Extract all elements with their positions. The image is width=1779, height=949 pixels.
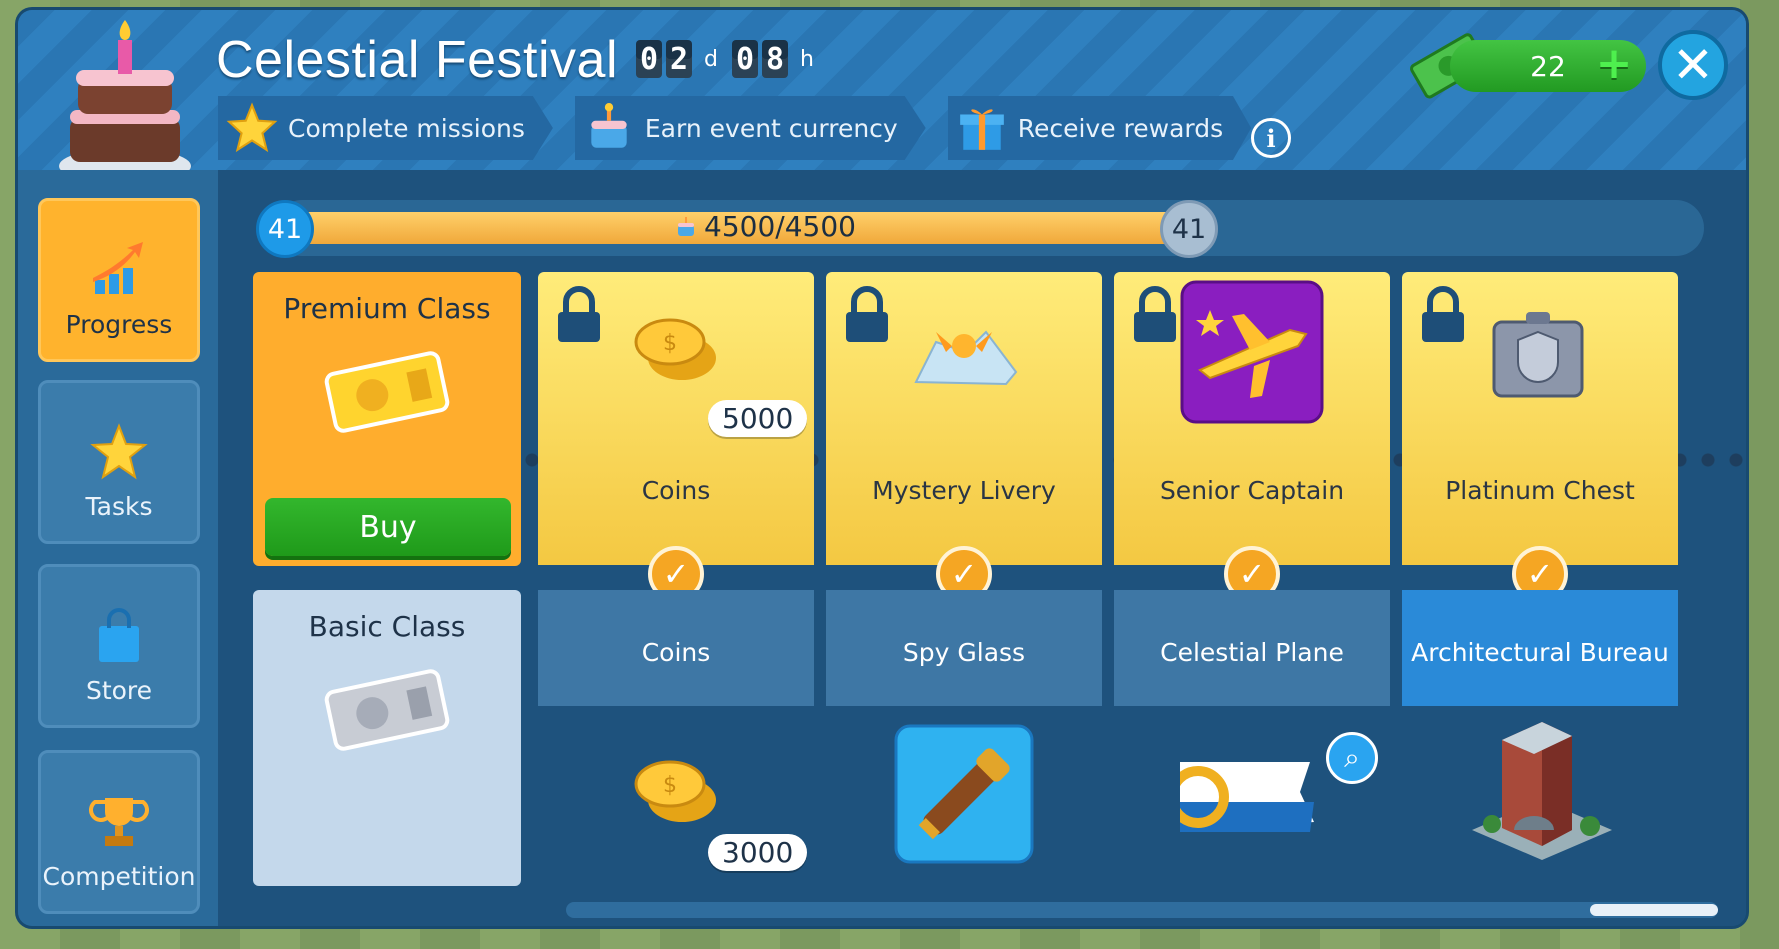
premium-class-card: Premium Class Buy: [253, 272, 521, 566]
mystery-livery-icon: [914, 330, 1018, 386]
magnifier-icon[interactable]: ⌕: [1326, 732, 1378, 784]
horizontal-scrollbar[interactable]: [566, 902, 1718, 918]
progress-arrow-icon: [93, 242, 143, 294]
step-complete-missions: Complete missions: [218, 96, 553, 160]
sidebar-item-label: Competition: [42, 862, 196, 891]
event-header: Celestial Festival 0 2 d 0 8 h Complete …: [18, 10, 1746, 184]
reward-name: Celestial Plane: [1160, 638, 1344, 667]
info-icon[interactable]: i: [1251, 118, 1291, 158]
level-badge-next: 41: [1160, 200, 1218, 258]
lock-icon: [558, 286, 600, 342]
reward-name: Coins: [641, 638, 711, 667]
captain-plane-icon: [1180, 280, 1324, 424]
gift-icon: [959, 109, 1004, 150]
basic-reward-card[interactable]: Spy Glass: [826, 590, 1102, 706]
reward-name: Mystery Livery: [872, 476, 1056, 505]
sidebar-item-label: Store: [85, 676, 153, 705]
platinum-chest-icon: [1492, 312, 1584, 398]
progress-value: 4500/4500: [704, 210, 856, 243]
reward-name: Senior Captain: [1159, 476, 1345, 505]
event-title: Celestial Festival: [216, 31, 619, 89]
star-icon: [226, 102, 278, 153]
sidebar-item-competition[interactable]: Competition: [38, 750, 200, 914]
plane-livery-icon: [1180, 762, 1314, 832]
step-label: Complete missions: [288, 113, 525, 143]
timer-hours-unit: h: [799, 46, 814, 72]
svg-text:$: $: [663, 331, 677, 356]
level-badge-current: 41: [256, 200, 314, 258]
shopping-bag-icon: [99, 608, 139, 662]
basic-reward-card[interactable]: Architectural Bureau: [1402, 590, 1678, 706]
star-icon: [90, 423, 148, 480]
coins-icon: $: [634, 760, 716, 822]
step-label: Earn event currency: [644, 113, 898, 143]
spyglass-icon: [894, 724, 1034, 864]
basic-reward-card[interactable]: Celestial Plane: [1114, 590, 1390, 706]
event-panel: Celestial Festival 0 2 d 0 8 h Complete …: [18, 10, 1746, 926]
timer-days-unit: d: [704, 46, 718, 72]
basic-class-label: Basic Class: [308, 610, 466, 643]
reward-amount: 3000: [708, 834, 808, 871]
lock-icon: [1134, 286, 1176, 342]
svg-text:$: $: [663, 773, 677, 798]
reward-name: Architectural Bureau: [1411, 638, 1669, 667]
timer-hours-digit-2: 8: [761, 40, 788, 78]
basic-reward-card[interactable]: Coins: [538, 590, 814, 706]
basic-class-card: Basic Class: [253, 590, 521, 886]
step-label: Receive rewards: [1017, 113, 1224, 143]
scrollbar-thumb[interactable]: [1590, 904, 1718, 916]
sidebar-item-tasks[interactable]: Tasks: [38, 380, 200, 544]
lock-icon: [846, 286, 888, 342]
progress-text: 4500/4500: [676, 210, 856, 243]
reward-name: Spy Glass: [902, 638, 1026, 667]
sidebar-item-label: Progress: [65, 310, 173, 339]
silver-ticket-icon: [324, 669, 450, 751]
step-earn-currency: Earn event currency: [574, 96, 926, 160]
premium-reward-card[interactable]: $ 5000 Coins: [538, 272, 814, 565]
gold-ticket-icon: [324, 351, 450, 433]
coins-icon: $: [634, 318, 716, 380]
sidebar-item-store[interactable]: Store: [38, 564, 200, 728]
trophy-icon: [89, 798, 149, 846]
sidebar-item-progress[interactable]: Progress: [38, 198, 200, 362]
timer-hours-digit-1: 0: [731, 40, 758, 78]
reward-name: Coins: [641, 476, 711, 505]
timer-days-digit-1: 0: [636, 40, 662, 78]
cake-icon: [59, 20, 191, 184]
buy-button[interactable]: Buy: [265, 498, 511, 556]
add-currency-button[interactable]: +: [1592, 42, 1636, 88]
sidebar: Progress Tasks Store Competition: [18, 170, 218, 926]
reward-name: Platinum Chest: [1445, 476, 1635, 505]
lock-icon: [1422, 286, 1464, 342]
premium-reward-card[interactable]: Senior Captain: [1114, 272, 1390, 565]
rewards-area: 4500/4500 41 41 Premium Class Buy Basic …: [218, 170, 1746, 926]
sidebar-item-label: Tasks: [85, 492, 153, 521]
cake-currency-icon: [678, 216, 694, 236]
step-receive-rewards: Receive rewards: [947, 96, 1252, 160]
building-icon: [1472, 722, 1612, 860]
timer-days-digit-2: 2: [666, 40, 692, 78]
event-steps: Complete missions Earn event currency Re…: [218, 96, 1252, 160]
event-timer: 0 2 d 0 8 h: [636, 40, 824, 78]
close-button[interactable]: ✕: [1658, 30, 1728, 100]
premium-reward-card[interactable]: Mystery Livery: [826, 272, 1102, 565]
reward-amount: 5000: [708, 400, 808, 437]
cake-currency-icon: [591, 103, 627, 148]
premium-reward-card[interactable]: Platinum Chest: [1402, 272, 1678, 565]
premium-class-label: Premium Class: [283, 292, 491, 325]
